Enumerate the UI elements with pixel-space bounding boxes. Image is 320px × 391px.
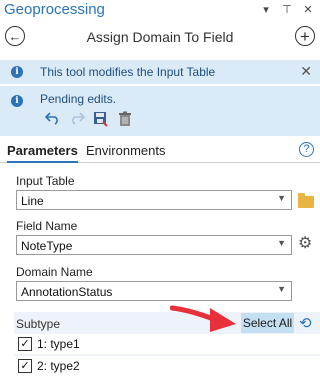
close-pane-icon[interactable]: ✕ xyxy=(302,3,314,17)
pin-icon[interactable]: ⊤ xyxy=(281,3,293,17)
info-message: i This tool modifies the Input Table ✕ xyxy=(0,60,320,84)
gear-icon[interactable]: ⚙ xyxy=(298,236,312,252)
info-message-text: This tool modifies the Input Table xyxy=(40,65,216,79)
tool-title: Assign Domain To Field xyxy=(86,29,234,45)
pending-edits-text: Pending edits. xyxy=(40,92,117,106)
select-all-button[interactable]: Select All xyxy=(241,313,294,333)
domain-name-label: Domain Name xyxy=(16,265,93,279)
domain-name-combo[interactable]: AnnotationStatus ▼ xyxy=(16,281,292,301)
discard-edits-icon[interactable] xyxy=(116,111,133,127)
subtype-item-label: 2: type2 xyxy=(37,359,80,373)
options-menu-icon[interactable]: ▾ xyxy=(260,3,272,17)
save-edits-icon[interactable] xyxy=(92,111,109,127)
plus-icon: + xyxy=(300,26,310,46)
list-item[interactable]: ✓ 1: type1 xyxy=(14,334,320,354)
edit-actions xyxy=(44,111,133,127)
field-name-combo[interactable]: NoteType ▼ xyxy=(16,235,292,255)
tool-tabs: Parameters Environments ? xyxy=(0,141,320,163)
help-icon[interactable]: ? xyxy=(299,142,314,157)
info-icon: i xyxy=(11,66,23,78)
input-table-value: Line xyxy=(21,194,44,208)
add-button[interactable]: + xyxy=(295,26,315,46)
tab-environments[interactable]: Environments xyxy=(86,143,165,158)
info-icon: i xyxy=(11,95,23,107)
annotation-arrow xyxy=(170,305,236,332)
checkbox[interactable]: ✓ xyxy=(18,359,32,373)
reset-icon[interactable]: ⟲ xyxy=(299,314,312,332)
redo-icon[interactable] xyxy=(68,111,85,127)
pending-edits-message: i Pending edits. xyxy=(0,86,320,136)
close-message-icon[interactable]: ✕ xyxy=(300,63,312,80)
subtype-item-label: 1: type1 xyxy=(37,337,80,351)
chevron-down-icon: ▼ xyxy=(277,284,286,294)
checkbox[interactable]: ✓ xyxy=(18,337,32,351)
list-item[interactable]: ✓ 2: type2 xyxy=(14,356,320,376)
subtype-panel: Subtype Select All ⟲ ✓ 1: type1 ✓ 2: typ… xyxy=(14,312,320,376)
pane-title: Geoprocessing xyxy=(4,1,105,18)
input-table-label: Input Table xyxy=(16,174,75,188)
chevron-down-icon: ▼ xyxy=(277,238,286,248)
pane-titlebar: Geoprocessing ▾ ⊤ ✕ xyxy=(0,0,320,22)
pane-controls: ▾ ⊤ ✕ xyxy=(260,3,314,17)
chevron-down-icon: ▼ xyxy=(277,193,286,203)
undo-icon[interactable] xyxy=(44,111,61,127)
domain-name-value: AnnotationStatus xyxy=(21,285,113,299)
tab-parameters[interactable]: Parameters xyxy=(7,143,78,163)
field-name-label: Field Name xyxy=(16,219,78,233)
field-name-value: NoteType xyxy=(21,239,73,253)
subtype-label: Subtype xyxy=(16,317,61,331)
tool-header: ← Assign Domain To Field + xyxy=(0,22,320,52)
browse-folder-icon[interactable] xyxy=(298,193,314,208)
input-table-combo[interactable]: Line ▼ xyxy=(16,190,292,210)
